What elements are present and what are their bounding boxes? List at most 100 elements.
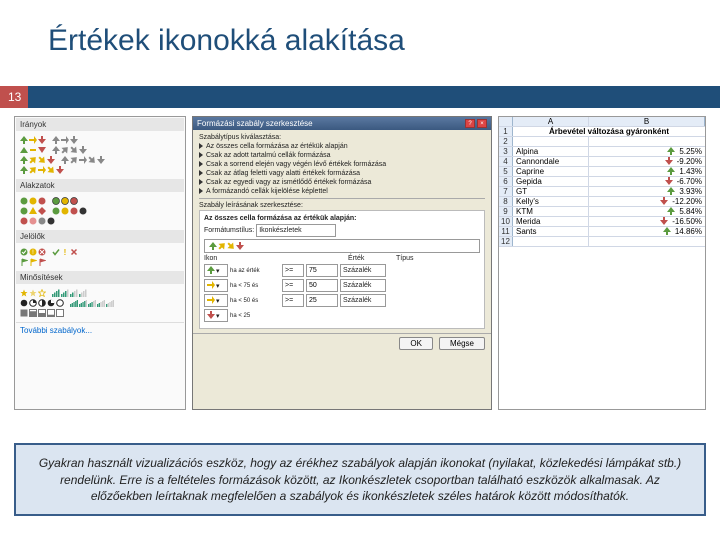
cell[interactable]: Kelly's (513, 197, 589, 206)
icon-dropdown[interactable]: ▾ (204, 294, 228, 307)
iconset-5arrows-gray[interactable] (61, 156, 105, 164)
value-input[interactable] (306, 279, 338, 292)
operator-dropdown[interactable]: >= (282, 279, 304, 292)
column-header-a[interactable]: A (513, 117, 589, 126)
row-header[interactable]: 2 (499, 137, 513, 146)
cancel-button[interactable]: Mégse (439, 337, 485, 350)
row-header[interactable]: 7 (499, 187, 513, 196)
cell[interactable]: -9.20% (589, 157, 705, 166)
icon-dropdown[interactable]: ▾ (204, 309, 228, 322)
row-header[interactable]: 9 (499, 207, 513, 216)
iconset-redtoblack[interactable] (20, 217, 55, 225)
row-header[interactable]: 4 (499, 157, 513, 166)
iconset-5ratings-bars[interactable] (70, 299, 114, 307)
iconset-3triangles[interactable] (20, 146, 46, 154)
content-area: Irányok Alakzatok (14, 116, 706, 410)
type-dropdown[interactable]: Százalék (340, 279, 386, 292)
cell[interactable]: 3.93% (589, 187, 705, 196)
type-dropdown[interactable]: Százalék (340, 294, 386, 307)
rule-text: ha < 25 (230, 313, 280, 319)
cell[interactable]: Merida (513, 217, 589, 226)
gallery-section-header: Alakzatok (16, 179, 184, 192)
slide-title: Értékek ikonokká alakítása (0, 0, 720, 72)
select-all-cell[interactable] (499, 117, 513, 126)
rule-type-option[interactable]: A formázandó cellák kijelölése képlettel (199, 188, 485, 195)
row-header[interactable]: 11 (499, 227, 513, 236)
help-button[interactable]: ? (465, 119, 475, 128)
rule-type-option[interactable]: Csak az egyedi vagy az ismétlődő értékek… (199, 179, 485, 186)
column-header-b[interactable]: B (589, 117, 705, 126)
cell[interactable]: 14.86% (589, 227, 705, 236)
iconset-4arrows-colored[interactable] (20, 156, 55, 164)
iconset-3arrows-gray[interactable] (52, 136, 78, 144)
iconset-3signs[interactable] (20, 207, 46, 215)
iconset-3symbols-circled[interactable]: ! (20, 248, 46, 256)
value-input[interactable] (306, 294, 338, 307)
operator-dropdown[interactable]: >= (282, 264, 304, 277)
edit-rule-dialog: Formázási szabály szerkesztése ?× Szabál… (192, 116, 492, 410)
cell[interactable] (589, 137, 705, 146)
cell[interactable]: Sants (513, 227, 589, 236)
iconset-3stars[interactable] (20, 289, 46, 297)
row-header[interactable]: 10 (499, 217, 513, 226)
more-rules-link[interactable]: További szabályok... (16, 322, 184, 338)
sheet-title-cell[interactable]: Árbevétel változása gyáronként (513, 127, 705, 136)
row-header[interactable]: 12 (499, 237, 513, 246)
iconset-4trafficlights[interactable] (52, 207, 87, 215)
cell[interactable]: Cannondale (513, 157, 589, 166)
row-header[interactable]: 1 (499, 127, 513, 136)
operator-dropdown[interactable]: >= (282, 294, 304, 307)
cell[interactable] (513, 137, 589, 146)
cell[interactable] (589, 237, 705, 246)
cell[interactable]: 1.43% (589, 167, 705, 176)
rule-type-option[interactable]: Az összes cella formázása az értékük ala… (199, 143, 485, 150)
rule-text: ha < 75 és (230, 283, 280, 289)
gallery-section-header: Minősítések (16, 271, 184, 284)
style-dropdown[interactable]: Ikonkészletek (256, 224, 336, 237)
iconset-3arrows-colored[interactable] (20, 136, 46, 144)
gallery-section-header: Jelölők (16, 230, 184, 243)
option-text: Csak az adott tartalmú cellák formázása (206, 152, 331, 159)
rule-type-option[interactable]: Csak az adott tartalmú cellák formázása (199, 152, 485, 159)
cell[interactable]: -12.20% (589, 197, 705, 206)
row-header[interactable]: 8 (499, 197, 513, 206)
cell[interactable]: KTM (513, 207, 589, 216)
table-row: 4 Cannondale -9.20% (499, 157, 705, 167)
rule-type-option[interactable]: Csak a sorrend elején vagy végén lévő ér… (199, 161, 485, 168)
rule-type-option[interactable]: Csak az átlag feletti vagy alatti értéke… (199, 170, 485, 177)
row-header[interactable]: 6 (499, 177, 513, 186)
cell[interactable]: Gepida (513, 177, 589, 186)
cell[interactable]: -6.70% (589, 177, 705, 186)
iconset-3trafficlights[interactable] (20, 197, 46, 205)
iconset-preview[interactable] (204, 239, 480, 253)
cell[interactable] (513, 237, 589, 246)
iconset-4ratings-bars[interactable] (52, 289, 87, 297)
iconset-4arrows-gray[interactable] (52, 146, 87, 154)
iconset-5arrows-colored[interactable] (20, 166, 64, 174)
gallery-section-body (16, 131, 184, 179)
iconset-5boxes[interactable] (20, 309, 64, 317)
row-header[interactable]: 3 (499, 147, 513, 156)
cell[interactable]: GT (513, 187, 589, 196)
ok-button[interactable]: OK (399, 337, 433, 350)
col-header-ikon: Ikon (204, 255, 266, 262)
value-input[interactable] (306, 264, 338, 277)
iconset-3flags[interactable] (20, 258, 46, 266)
cell[interactable]: Alpina (513, 147, 589, 156)
dialog-titlebar: Formázási szabály szerkesztése ?× (193, 117, 491, 130)
close-button[interactable]: × (477, 119, 487, 128)
iconset-3symbols[interactable]: ! (52, 248, 78, 256)
cell[interactable]: 5.84% (589, 207, 705, 216)
cell[interactable]: 5.25% (589, 147, 705, 156)
row-header[interactable]: 5 (499, 167, 513, 176)
cell[interactable]: Caprine (513, 167, 589, 176)
type-dropdown[interactable]: Százalék (340, 264, 386, 277)
icon-dropdown[interactable]: ▾ (204, 279, 228, 292)
rule-row: ▾ ha < 50 és >= Százalék (204, 294, 480, 307)
col-header-tipus: Típus (396, 255, 480, 262)
cell[interactable]: -16.50% (589, 217, 705, 226)
icon-dropdown[interactable]: ▾ (204, 264, 228, 277)
iconset-5quarters[interactable] (20, 299, 64, 307)
rule-row: ▾ ha az érték >= Százalék (204, 264, 480, 277)
iconset-3trafficlights-rimmed[interactable] (52, 197, 78, 205)
